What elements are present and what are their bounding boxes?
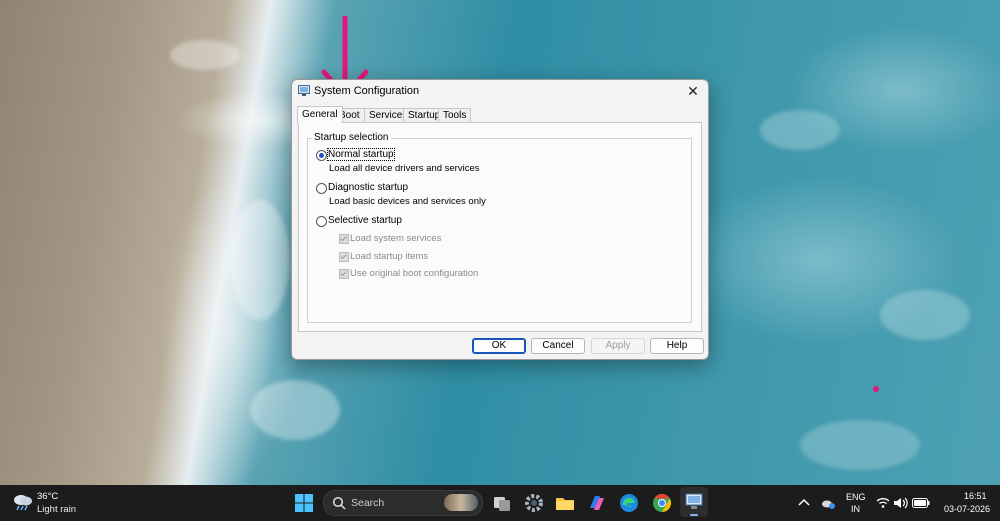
cancel-button[interactable]: Cancel (531, 338, 585, 354)
apply-button[interactable]: Apply (591, 338, 645, 354)
edge-icon[interactable] (617, 491, 641, 515)
general-tab-panel: Startup selection Normal startup Load al… (298, 122, 702, 332)
group-label: Startup selection (312, 132, 391, 143)
load-startup-items-checkbox[interactable] (339, 252, 349, 262)
diagnostic-startup-description: Load basic devices and services only (329, 196, 486, 207)
wifi-icon (876, 498, 890, 508)
close-button[interactable]: ✕ (684, 82, 702, 100)
clock-date: 03-07-2026 (944, 504, 991, 514)
msconfig-icon (298, 85, 310, 96)
volume-icon (894, 497, 908, 509)
use-original-boot-config-label: Use original boot configuration (350, 268, 479, 279)
battery-icon (912, 498, 930, 508)
diagnostic-startup-label[interactable]: Diagnostic startup (328, 182, 408, 193)
normal-startup-description: Load all device drivers and services (329, 163, 480, 174)
annotation-dot (873, 386, 879, 392)
settings-icon[interactable] (522, 491, 546, 515)
startup-selection-group: Startup selection Normal startup Load al… (307, 132, 692, 323)
task-view-icon[interactable] (490, 491, 514, 515)
clock-time: 16:51 (964, 491, 987, 501)
chevron-up-icon[interactable] (796, 495, 812, 511)
weather-temperature: 36°C (37, 491, 59, 502)
normal-startup-radio[interactable] (316, 150, 327, 161)
system-configuration-taskbar-button[interactable] (680, 487, 708, 517)
system-configuration-icon (685, 493, 703, 509)
onedrive-sync-icon[interactable] (820, 495, 836, 511)
file-explorer-icon[interactable] (553, 491, 577, 515)
use-original-boot-config-checkbox[interactable] (339, 269, 349, 279)
ok-button[interactable]: OK (472, 338, 526, 354)
selective-startup-radio[interactable] (316, 216, 327, 227)
search-icon (332, 496, 346, 510)
search-placeholder: Search (351, 497, 385, 509)
tab-general[interactable]: General (297, 106, 343, 123)
load-system-services-checkbox[interactable] (339, 234, 349, 244)
window-title: System Configuration (314, 85, 420, 97)
selective-startup-label[interactable]: Selective startup (328, 215, 402, 226)
system-configuration-window: System Configuration ✕ General Boot Serv… (291, 79, 709, 360)
load-system-services-label: Load system services (350, 233, 442, 244)
taskbar: 36°C Light rain Search ENG IN 16:51 03-0… (0, 485, 1000, 521)
close-icon: ✕ (687, 83, 699, 99)
search-box[interactable]: Search (323, 490, 483, 516)
search-highlight-image (444, 494, 478, 511)
normal-startup-label[interactable]: Normal startup (327, 148, 395, 161)
help-button[interactable]: Help (650, 338, 704, 354)
weather-rain-icon (14, 495, 32, 511)
diagnostic-startup-radio[interactable] (316, 183, 327, 194)
language-region: IN (851, 504, 860, 514)
chrome-icon[interactable] (650, 491, 674, 515)
start-icon[interactable] (292, 491, 316, 515)
language-code: ENG (846, 492, 866, 502)
tab-tools[interactable]: Tools (438, 108, 472, 122)
copilot-icon[interactable] (585, 491, 609, 515)
weather-condition: Light rain (37, 504, 77, 515)
load-startup-items-label: Load startup items (350, 251, 429, 262)
title-bar[interactable]: System Configuration ✕ (292, 80, 708, 102)
